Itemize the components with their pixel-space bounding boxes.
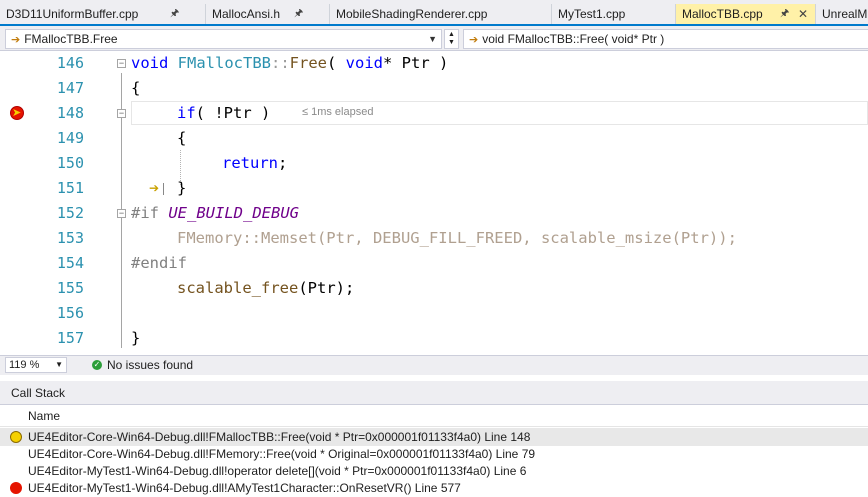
code-line-154[interactable]: 154 #endif (0, 251, 868, 276)
tab-label: MallocTBB.cpp (682, 7, 763, 21)
zoom-level: 119 % (9, 359, 40, 371)
line-number: 148 (56, 104, 84, 122)
tab-label: UnrealM (822, 7, 868, 21)
member-label: void FMallocTBB::Free( void* Ptr ) (482, 32, 665, 46)
scope-dropdown[interactable]: ➔ FMallocTBB.Free ▼ (5, 29, 442, 49)
code-text: if( !Ptr ) (177, 104, 271, 122)
line-number: 156 (56, 304, 84, 322)
tab-label: D3D11UniformBuffer.cpp (6, 7, 139, 21)
code-text: { (131, 79, 141, 97)
current-statement-arrow-icon: ➤ (12, 107, 22, 119)
document-tab-bar: D3D11UniformBuffer.cpp 🖈 MallocAnsi.h 🖈 … (0, 0, 868, 26)
collapse-icon[interactable]: − (117, 209, 126, 218)
line-number: 146 (56, 54, 84, 72)
frame-text: UE4Editor-MyTest1-Win64-Debug.dll!AMyTes… (28, 481, 461, 495)
tab-label: MobileShadingRenderer.cpp (336, 7, 488, 21)
code-line-151[interactable]: 151 ➔ } (0, 176, 868, 201)
tab-mytest1[interactable]: MyTest1.cpp (552, 4, 676, 24)
code-line-147[interactable]: 147 { (0, 76, 868, 101)
navigation-bar: ➔ FMallocTBB.Free ▼ ▲ ▼ ➔ void FMallocTBB::… (0, 26, 868, 51)
current-frame-arrow-icon (10, 431, 22, 443)
perf-tip: ≤ 1ms elapsed (302, 106, 374, 118)
split-spinner[interactable]: ▲ ▼ (444, 29, 459, 49)
pin-icon[interactable]: 🖈 (170, 4, 179, 24)
code-line-157[interactable]: 157 } (0, 326, 868, 351)
tab-malloctbb[interactable]: MallocTBB.cpp 🖈 ✕ (676, 4, 816, 24)
code-line-149[interactable]: 149 { (0, 126, 868, 151)
collapse-icon[interactable]: − (117, 59, 126, 68)
frame-text: UE4Editor-MyTest1-Win64-Debug.dll!operat… (28, 464, 527, 478)
line-number: 155 (56, 279, 84, 297)
code-line-156[interactable]: 156 (0, 301, 868, 326)
code-text: #endif (131, 254, 187, 272)
call-stack-row[interactable]: UE4Editor-Core-Win64-Debug.dll!FMemory::… (0, 445, 868, 463)
line-number: 153 (56, 229, 84, 247)
arrow-right-icon: ➔ (11, 34, 21, 46)
line-number: 149 (56, 129, 84, 147)
scope-label: FMallocTBB.Free (24, 32, 118, 46)
call-stack-panel-header: Call Stack (0, 381, 868, 405)
code-text: { (177, 129, 187, 147)
call-stack-row[interactable]: UE4Editor-MyTest1-Win64-Debug.dll!operat… (0, 462, 868, 480)
run-to-here-icon[interactable]: ➔ (149, 181, 159, 195)
panel-title: Call Stack (11, 386, 66, 400)
issues-status[interactable]: No issues found (107, 358, 193, 373)
code-text: } (177, 179, 187, 197)
call-stack-row[interactable]: UE4Editor-Core-Win64-Debug.dll!FMallocTB… (0, 428, 868, 446)
code-text: void FMallocTBB::Free( void* Ptr ) (131, 54, 449, 72)
tab-mallocansi[interactable]: MallocAnsi.h 🖈 (206, 4, 330, 24)
code-text: FMemory::Memset(Ptr, DEBUG_FILL_FREED, s… (177, 229, 737, 247)
code-line-146[interactable]: 146 − void FMallocTBB::Free( void* Ptr ) (0, 51, 868, 76)
code-line-153[interactable]: 153 FMemory::Memset(Ptr, DEBUG_FILL_FREE… (0, 226, 868, 251)
member-dropdown[interactable]: ➔ void FMallocTBB::Free( void* Ptr ) (463, 29, 868, 49)
collapse-icon[interactable]: − (117, 109, 126, 118)
code-text: } (131, 329, 141, 347)
code-line-152[interactable]: 152 − #if UE_BUILD_DEBUG (0, 201, 868, 226)
arrow-right-icon: ➔ (469, 34, 479, 46)
line-number: 152 (56, 204, 84, 222)
line-number: 157 (56, 329, 84, 347)
code-text: #if UE_BUILD_DEBUG (131, 204, 299, 222)
code-editor[interactable]: 146 − void FMallocTBB::Free( void* Ptr )… (0, 51, 868, 355)
frame-text: UE4Editor-Core-Win64-Debug.dll!FMallocTB… (28, 430, 531, 444)
check-icon: ✓ (92, 360, 102, 370)
chevron-down-icon[interactable]: ▼ (55, 358, 63, 372)
code-text: scalable_free(Ptr); (177, 279, 355, 297)
editor-status-bar: 119 % ▼ ✓ No issues found (0, 355, 868, 375)
code-text: return; (222, 154, 288, 172)
tab-label: MyTest1.cpp (558, 7, 626, 21)
tab-d3d11uniformbuffer[interactable]: D3D11UniformBuffer.cpp 🖈 (0, 4, 206, 24)
line-number: 154 (56, 254, 84, 272)
pin-icon[interactable]: 🖈 (780, 4, 789, 24)
code-line-148[interactable]: ➤ 148 − if( !Ptr ) ≤ 1ms elapsed (0, 101, 868, 126)
breakpoint-icon (10, 482, 22, 494)
line-number: 150 (56, 154, 84, 172)
line-number: 151 (56, 179, 84, 197)
line-number: 147 (56, 79, 84, 97)
chevron-down-icon[interactable]: ▼ (428, 30, 437, 48)
call-stack-column-header: Name (0, 405, 868, 427)
caret (163, 183, 164, 195)
tab-unrealm[interactable]: UnrealM (816, 4, 868, 24)
tab-mobileshadingrenderer[interactable]: MobileShadingRenderer.cpp (330, 4, 552, 24)
close-icon[interactable]: ✕ (798, 4, 808, 24)
pin-icon[interactable]: 🖈 (294, 4, 303, 24)
code-line-155[interactable]: 155 scalable_free(Ptr); (0, 276, 868, 301)
tab-label: MallocAnsi.h (212, 7, 281, 21)
frame-text: UE4Editor-Core-Win64-Debug.dll!FMemory::… (28, 447, 536, 461)
zoom-dropdown[interactable]: 119 % ▼ (5, 357, 67, 373)
code-line-150[interactable]: 150 return; (0, 151, 868, 176)
column-name[interactable]: Name (28, 409, 60, 423)
call-stack-row[interactable]: UE4Editor-MyTest1-Win64-Debug.dll!AMyTes… (0, 479, 868, 497)
